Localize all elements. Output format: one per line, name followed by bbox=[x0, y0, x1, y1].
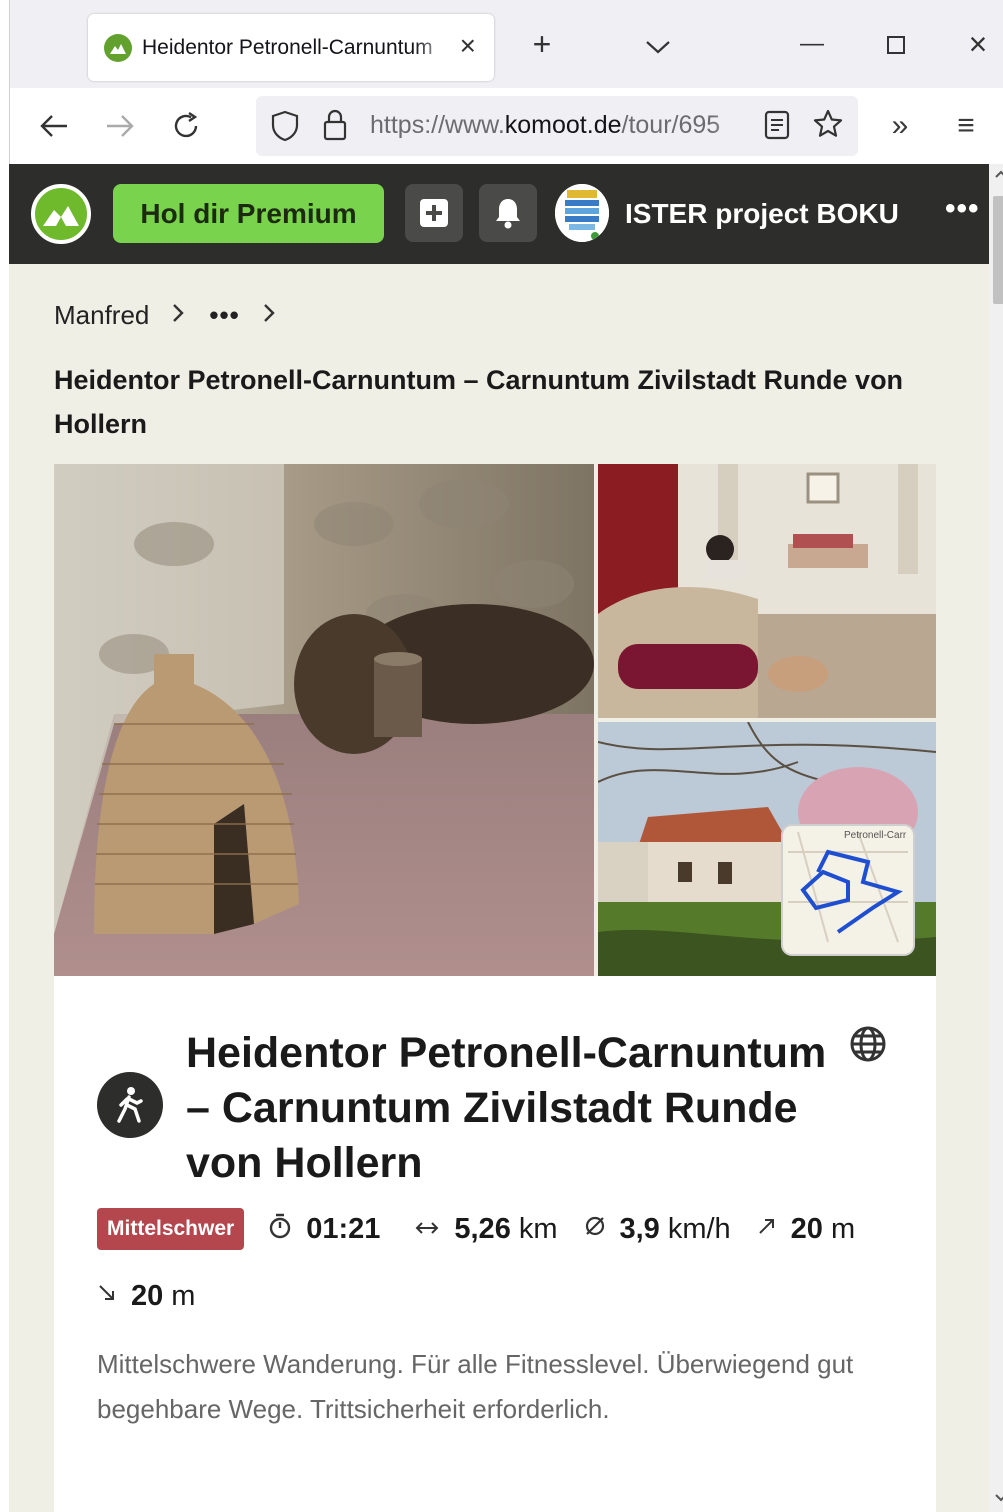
speed-stat: 3,9 km/h bbox=[584, 1209, 731, 1249]
app-menu-icon[interactable]: ≡ bbox=[946, 106, 986, 146]
list-tabs-button[interactable] bbox=[638, 26, 678, 62]
distance-unit: km bbox=[518, 1212, 558, 1245]
chevron-right-icon bbox=[171, 300, 185, 331]
photo-wicker-oven[interactable] bbox=[54, 464, 594, 976]
komoot-favicon-icon bbox=[104, 33, 132, 62]
photo-roman-house[interactable]: Petronell-Carr bbox=[598, 722, 936, 976]
komoot-logo[interactable] bbox=[31, 184, 91, 244]
hiking-icon bbox=[97, 1072, 163, 1138]
create-plus-button[interactable] bbox=[405, 184, 463, 242]
vertical-scrollbar[interactable] bbox=[989, 164, 1003, 1512]
plus-icon bbox=[420, 199, 448, 227]
shield-icon[interactable] bbox=[270, 110, 300, 147]
tab-title: Heidentor Petronell-Carnuntum bbox=[142, 35, 433, 59]
breadcrumb: Manfred ••• bbox=[54, 300, 300, 331]
breadcrumb-ellipsis[interactable]: ••• bbox=[209, 300, 239, 331]
difficulty-badge: Mittelschwer bbox=[97, 1208, 245, 1250]
distance-value: 5,26 bbox=[454, 1212, 511, 1245]
url-bar[interactable]: https://www.komoot.de/tour/695 bbox=[256, 96, 858, 156]
url-prefix: https://www. bbox=[370, 111, 505, 139]
distance-arrows-icon bbox=[414, 1216, 440, 1242]
uphill-stat: 20 m bbox=[757, 1209, 855, 1249]
downhill-value: 20 bbox=[131, 1279, 164, 1312]
avatar[interactable] bbox=[555, 184, 609, 242]
tour-title: Heidentor Petronell-Carnuntum – Carnuntu… bbox=[186, 1029, 827, 1187]
tour-description: Mittelschwere Wanderung. Für alle Fitnes… bbox=[97, 1349, 854, 1424]
new-tab-button[interactable]: + bbox=[522, 26, 562, 62]
uphill-value: 20 bbox=[790, 1212, 823, 1245]
url-path: /tour/695 bbox=[621, 111, 721, 139]
breadcrumb-item-manfred[interactable]: Manfred bbox=[54, 300, 149, 331]
duration-stat: 01:21 bbox=[268, 1209, 388, 1249]
maximize-button[interactable] bbox=[876, 26, 916, 62]
speed-unit: km/h bbox=[667, 1212, 731, 1245]
scroll-up-icon[interactable] bbox=[989, 166, 1003, 184]
user-name[interactable]: ISTER project BOKU bbox=[625, 198, 899, 230]
url-text[interactable]: https://www.komoot.de/tour/695 bbox=[370, 111, 750, 140]
bookmark-star-icon[interactable] bbox=[812, 108, 844, 145]
lock-icon[interactable] bbox=[322, 108, 348, 147]
browser-window: Heidentor Petronell-Carnuntum × + — × ht… bbox=[0, 0, 1003, 1512]
distance-stat: 5,26 km bbox=[414, 1209, 558, 1249]
navigation-bar: https://www.komoot.de/tour/695 » ≡ bbox=[9, 88, 1003, 164]
reader-view-icon[interactable] bbox=[764, 110, 790, 145]
duration-value: 01:21 bbox=[306, 1212, 381, 1245]
more-options-icon[interactable]: ••• bbox=[945, 192, 980, 226]
speed-value: 3,9 bbox=[619, 1212, 660, 1245]
downhill-stat: 20 m bbox=[97, 1276, 195, 1316]
uphill-arrow-icon bbox=[757, 1216, 777, 1242]
downhill-unit: m bbox=[171, 1279, 196, 1312]
reload-icon[interactable] bbox=[166, 106, 206, 146]
bell-icon bbox=[496, 199, 520, 229]
chevron-right-icon bbox=[262, 300, 276, 331]
minimize-button[interactable]: — bbox=[792, 26, 832, 62]
photo-gallery: Petronell-Carr bbox=[54, 464, 936, 976]
downhill-arrow-icon bbox=[97, 1283, 117, 1309]
globe-icon[interactable] bbox=[848, 1024, 888, 1064]
premium-button[interactable]: Hol dir Premium bbox=[113, 184, 384, 243]
close-window-button[interactable]: × bbox=[958, 26, 998, 62]
scroll-down-icon[interactable] bbox=[989, 1490, 1003, 1508]
forward-arrow-icon[interactable] bbox=[100, 106, 140, 146]
page-title: Heidentor Petronell-Carnuntum – Carnuntu… bbox=[54, 365, 904, 439]
stopwatch-icon bbox=[268, 1213, 292, 1245]
notifications-button[interactable] bbox=[479, 184, 537, 242]
tour-card: Heidentor Petronell-Carnuntum – Carnuntu… bbox=[54, 976, 936, 1512]
tab-strip: Heidentor Petronell-Carnuntum × + — × bbox=[9, 0, 1003, 88]
back-arrow-icon[interactable] bbox=[34, 106, 74, 146]
komoot-header: Hol dir Premium ISTER project BOKU ••• bbox=[9, 164, 989, 264]
overflow-chevron-icon[interactable]: » bbox=[880, 106, 920, 146]
average-speed-icon bbox=[584, 1215, 606, 1243]
photo-roman-room[interactable] bbox=[598, 464, 936, 718]
tour-stats: Mittelschwer 01:21 5,26 km 3,9 km/h 20 m… bbox=[97, 1208, 897, 1316]
tab-close-icon[interactable]: × bbox=[460, 32, 476, 60]
scrollbar-thumb[interactable] bbox=[993, 196, 1003, 304]
map-label: Petronell-Carr bbox=[844, 830, 907, 841]
uphill-unit: m bbox=[830, 1212, 856, 1245]
browser-tab[interactable]: Heidentor Petronell-Carnuntum × bbox=[88, 14, 494, 81]
url-domain: komoot.de bbox=[504, 111, 622, 139]
